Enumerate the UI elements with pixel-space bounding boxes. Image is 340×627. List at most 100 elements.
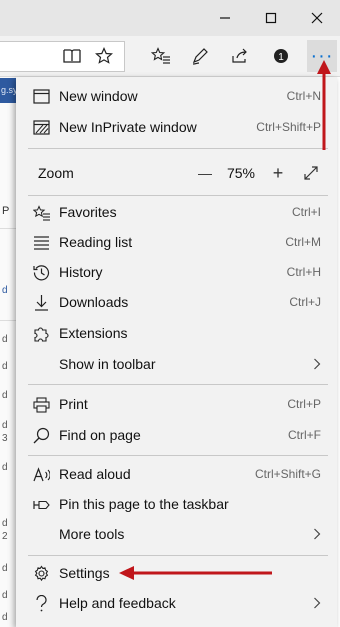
page-fragment: d <box>2 420 8 431</box>
menu-item-label: History <box>59 264 103 280</box>
zoom-row: Zoom — 75% + <box>16 158 337 188</box>
close-button[interactable] <box>294 0 340 36</box>
menu-item-shortcut: Ctrl+H <box>286 265 321 279</box>
menu-item-more-tools[interactable]: More tools <box>16 519 337 549</box>
menu-item-label: Settings <box>59 565 110 581</box>
menu-item-shortcut: Ctrl+J <box>289 295 321 309</box>
menu-item-downloads[interactable]: Downloads Ctrl+J <box>16 287 337 317</box>
menu-item-find-on-page[interactable]: Find on page Ctrl+F <box>16 420 337 450</box>
extension-button[interactable]: 1 <box>266 41 296 71</box>
page-fragment: d <box>2 390 8 401</box>
zoom-out-button[interactable]: — <box>194 158 216 188</box>
menu-separator <box>28 384 328 385</box>
history-icon <box>33 264 50 281</box>
menu-item-print[interactable]: Print Ctrl+P <box>16 389 337 419</box>
share-button[interactable] <box>225 41 255 71</box>
reading-view-button[interactable] <box>57 41 87 71</box>
menu-item-label: Reading list <box>59 234 133 250</box>
full-screen-button[interactable] <box>303 165 319 181</box>
menu-separator <box>28 195 328 196</box>
page-left-strip <box>0 77 16 627</box>
annotation-arrow-left <box>119 566 272 580</box>
page-header-band: g.sy <box>0 78 18 103</box>
favorites-list-icon <box>151 47 170 64</box>
page-fragment: d <box>2 334 8 345</box>
minimize-icon <box>220 17 230 19</box>
menu-separator <box>28 555 328 556</box>
page-fragment: d <box>2 518 8 529</box>
favorites-icon <box>33 204 50 221</box>
menu-item-label: Read aloud <box>59 466 131 482</box>
page-fragment: d <box>2 590 8 601</box>
page-fragment: 2 <box>2 531 8 542</box>
menu-item-shortcut: Ctrl+P <box>287 397 321 411</box>
menu-item-label: Extensions <box>59 325 128 341</box>
menu-separator <box>28 455 328 456</box>
svg-text:1: 1 <box>278 52 284 63</box>
menu-item-extensions[interactable]: Extensions <box>16 318 337 348</box>
zoom-in-button[interactable]: + <box>267 158 289 188</box>
menu-item-label: Print <box>59 396 88 412</box>
menu-item-label: Favorites <box>59 204 117 220</box>
chevron-right-icon <box>313 519 321 549</box>
menu-item-label: Find on page <box>59 427 141 443</box>
favorites-hub-button[interactable] <box>146 41 176 71</box>
divider <box>0 320 16 321</box>
gear-icon <box>33 565 50 582</box>
menu-separator <box>28 148 328 149</box>
page-fragment: 3 <box>2 433 8 444</box>
menu-item-pin-to-taskbar[interactable]: Pin this page to the taskbar <box>16 489 337 519</box>
menu-item-label: Help and feedback <box>59 595 176 611</box>
zoom-level: 75% <box>226 165 256 181</box>
menu-item-shortcut: Ctrl+M <box>285 235 321 249</box>
divider <box>0 228 16 229</box>
page-fragment: d <box>2 285 8 296</box>
window-icon <box>33 88 50 105</box>
star-icon <box>95 47 113 64</box>
menu-item-read-aloud[interactable]: Read aloud Ctrl+Shift+G <box>16 459 337 489</box>
menu-item-history[interactable]: History Ctrl+H <box>16 257 337 287</box>
page-fragment: P <box>2 205 10 217</box>
menu-item-label: Downloads <box>59 294 129 310</box>
close-icon <box>311 12 323 24</box>
inprivate-window-icon <box>33 119 50 136</box>
read-aloud-icon <box>33 466 50 483</box>
extension-badge-icon: 1 <box>274 49 288 63</box>
page-fragment: d <box>2 361 8 372</box>
menu-item-new-inprivate-window[interactable]: New InPrivate window Ctrl+Shift+P <box>16 112 337 142</box>
zoom-label: Zoom <box>38 165 74 181</box>
reading-view-icon <box>63 49 81 63</box>
pen-icon <box>192 48 208 65</box>
expand-icon <box>304 166 318 180</box>
reading-list-icon <box>33 234 50 251</box>
menu-item-help-and-feedback[interactable]: Help and feedback <box>16 588 337 618</box>
menu-item-label: New window <box>59 88 138 104</box>
menu-item-show-in-toolbar[interactable]: Show in toolbar <box>16 349 337 379</box>
chevron-right-icon <box>313 588 321 618</box>
menu-item-label: More tools <box>59 526 125 542</box>
share-icon <box>232 48 247 63</box>
question-mark-icon <box>33 595 50 612</box>
menu-item-favorites[interactable]: Favorites Ctrl+I <box>16 197 337 227</box>
menu-item-label: Pin this page to the taskbar <box>59 496 229 512</box>
menu-item-shortcut: Ctrl+Shift+P <box>256 120 321 134</box>
menu-item-new-window[interactable]: New window Ctrl+N <box>16 81 337 111</box>
search-icon <box>33 427 50 444</box>
web-note-button[interactable] <box>185 41 215 71</box>
menu-item-shortcut: Ctrl+Shift+G <box>254 467 321 481</box>
minimize-button[interactable] <box>202 0 248 36</box>
menu-item-shortcut: Ctrl+I <box>291 205 321 219</box>
annotation-arrow-up <box>317 60 331 150</box>
menu-item-label: New InPrivate window <box>59 119 197 135</box>
download-icon <box>33 294 50 311</box>
printer-icon <box>33 396 50 413</box>
menu-item-shortcut: Ctrl+F <box>288 428 321 442</box>
chevron-right-icon <box>313 349 321 379</box>
add-favorite-button[interactable] <box>89 41 119 71</box>
page-fragment: d <box>2 462 8 473</box>
menu-item-reading-list[interactable]: Reading list Ctrl+M <box>16 227 337 257</box>
page-fragment: d <box>2 563 8 574</box>
maximize-button[interactable] <box>248 0 294 36</box>
page-fragment: d <box>2 612 8 623</box>
pin-icon <box>33 496 50 513</box>
